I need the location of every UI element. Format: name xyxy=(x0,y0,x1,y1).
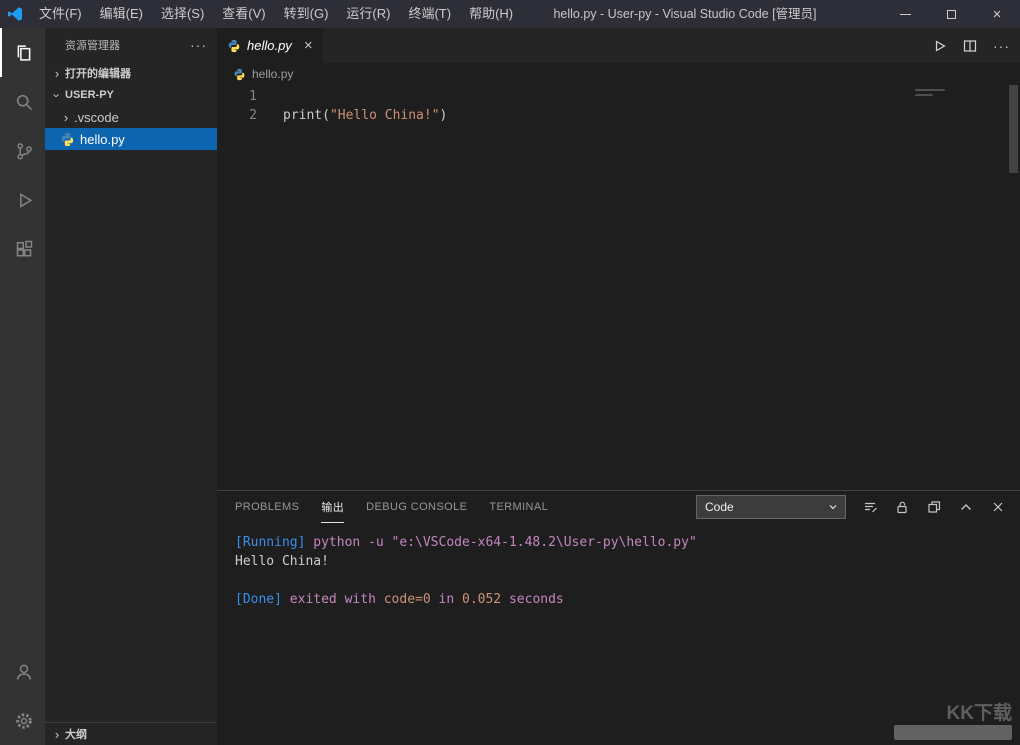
menu-edit[interactable]: 编辑(E) xyxy=(91,0,152,28)
minimize-button[interactable] xyxy=(882,0,928,28)
split-editor-button[interactable] xyxy=(962,38,978,54)
menu-view[interactable]: 查看(V) xyxy=(213,0,274,28)
chevron-down-icon: › xyxy=(50,87,65,103)
activity-search-button[interactable] xyxy=(0,77,45,126)
menu-file[interactable]: 文件(F) xyxy=(30,0,91,28)
menu-selection[interactable]: 选择(S) xyxy=(152,0,213,28)
python-icon xyxy=(60,132,75,147)
output-line: [Done] exited with code=0 in 0.052 secon… xyxy=(235,590,1020,609)
window-title: hello.py - User-py - Visual Studio Code … xyxy=(490,0,880,28)
minimap[interactable] xyxy=(915,89,945,99)
output-channel-value: Code xyxy=(705,500,734,514)
sidebar-more-actions-button[interactable]: ··· xyxy=(190,37,207,53)
scrollbar-thumb[interactable] xyxy=(1009,85,1018,173)
source-control-icon xyxy=(14,141,34,161)
vscode-logo-icon xyxy=(0,6,30,22)
code-text: print("Hello China!") xyxy=(283,106,447,125)
chevron-down-icon xyxy=(827,501,839,513)
watermark-text: KK下载 xyxy=(894,705,1012,723)
activity-source-control-button[interactable] xyxy=(0,126,45,175)
extensions-icon xyxy=(14,239,34,259)
editor-tab-bar: hello.py × ··· xyxy=(217,28,1020,63)
line-number: 1 xyxy=(217,87,257,106)
activity-explorer-button[interactable] xyxy=(0,28,45,77)
workspace-section[interactable]: › USER-PY xyxy=(45,84,217,106)
outline-section[interactable]: › 大纲 xyxy=(45,722,217,745)
activity-bar-spacer xyxy=(0,273,45,647)
watermark: KK下载 xyxy=(894,705,1012,740)
chevron-right-icon: › xyxy=(49,727,65,742)
sidebar-title: 资源管理器 xyxy=(65,37,120,53)
tab-debug-console[interactable]: DEBUG CONSOLE xyxy=(366,491,467,523)
files-icon xyxy=(14,43,34,63)
search-icon xyxy=(14,92,34,112)
open-editors-section[interactable]: › 打开的编辑器 xyxy=(45,62,217,84)
explorer-sidebar: 资源管理器 ··· › 打开的编辑器 › USER-PY › .vscode h… xyxy=(45,28,217,745)
menubar: 文件(F) 编辑(E) 选择(S) 查看(V) 转到(G) 运行(R) 终端(T… xyxy=(30,0,522,28)
window-controls: × xyxy=(882,0,1020,28)
clear-output-button[interactable] xyxy=(862,499,878,515)
close-button[interactable]: × xyxy=(974,0,1020,28)
lock-scroll-button[interactable] xyxy=(894,499,910,515)
code-editor[interactable]: 1 2 print("Hello China!") xyxy=(217,85,1020,490)
vscode-window: 文件(F) 编辑(E) 选择(S) 查看(V) 转到(G) 运行(R) 终端(T… xyxy=(0,0,1020,745)
activity-account-button[interactable] xyxy=(0,647,45,696)
sidebar-header: 资源管理器 ··· xyxy=(45,28,217,62)
activity-bar xyxy=(0,28,45,745)
maximize-panel-button[interactable] xyxy=(958,499,974,515)
editor-more-actions-button[interactable]: ··· xyxy=(993,38,1010,54)
menu-terminal[interactable]: 终端(T) xyxy=(399,0,460,28)
maximize-icon xyxy=(947,10,956,19)
python-icon xyxy=(227,39,241,53)
minimap-line xyxy=(915,94,933,96)
watermark-bar xyxy=(894,725,1012,740)
minimize-icon xyxy=(900,14,911,15)
run-debug-icon xyxy=(14,190,34,210)
file-hello-py[interactable]: hello.py xyxy=(45,128,217,150)
panel-controls: Code xyxy=(696,495,1006,519)
menu-goto[interactable]: 转到(G) xyxy=(275,0,338,28)
settings-gear-icon xyxy=(14,711,34,731)
folder-vscode[interactable]: › .vscode xyxy=(45,106,217,128)
line-number: 2 xyxy=(217,106,257,125)
account-icon xyxy=(14,662,34,682)
output-console[interactable]: [Running] python -u "e:\VSCode-x64-1.48.… xyxy=(217,523,1020,609)
code-line: 2 print("Hello China!") xyxy=(217,106,1020,125)
titlebar: 文件(F) 编辑(E) 选择(S) 查看(V) 转到(G) 运行(R) 终端(T… xyxy=(0,0,1020,28)
editor-actions: ··· xyxy=(931,28,1010,63)
run-file-button[interactable] xyxy=(931,38,947,54)
breadcrumb-item-file[interactable]: hello.py xyxy=(252,67,293,81)
tab-problems[interactable]: PROBLEMS xyxy=(235,491,299,523)
editor-area: hello.py × ··· hello.py 1 xyxy=(217,28,1020,745)
tab-label: hello.py xyxy=(247,38,292,53)
chevron-right-icon: › xyxy=(58,110,74,125)
minimap-line xyxy=(915,89,945,91)
maximize-button[interactable] xyxy=(928,0,974,28)
tab-close-icon[interactable]: × xyxy=(304,37,313,54)
tab-terminal[interactable]: TERMINAL xyxy=(489,491,548,523)
activity-extensions-button[interactable] xyxy=(0,224,45,273)
breadcrumb[interactable]: hello.py xyxy=(217,63,1020,85)
close-panel-button[interactable] xyxy=(990,499,1006,515)
output-line: Hello China! xyxy=(235,552,1020,571)
tab-output[interactable]: 输出 xyxy=(321,491,344,523)
code-line: 1 xyxy=(217,87,1020,106)
output-line: [Running] python -u "e:\VSCode-x64-1.48.… xyxy=(235,533,1020,552)
open-in-editor-button[interactable] xyxy=(926,499,942,515)
python-icon xyxy=(233,68,246,81)
menu-run[interactable]: 运行(R) xyxy=(337,0,399,28)
output-channel-select[interactable]: Code xyxy=(696,495,846,519)
output-line xyxy=(235,571,1020,590)
editor-scrollbar[interactable] xyxy=(1007,85,1020,490)
activity-settings-button[interactable] xyxy=(0,696,45,745)
chevron-right-icon: › xyxy=(49,66,65,81)
activity-run-debug-button[interactable] xyxy=(0,175,45,224)
tab-hello-py[interactable]: hello.py × xyxy=(217,28,323,63)
